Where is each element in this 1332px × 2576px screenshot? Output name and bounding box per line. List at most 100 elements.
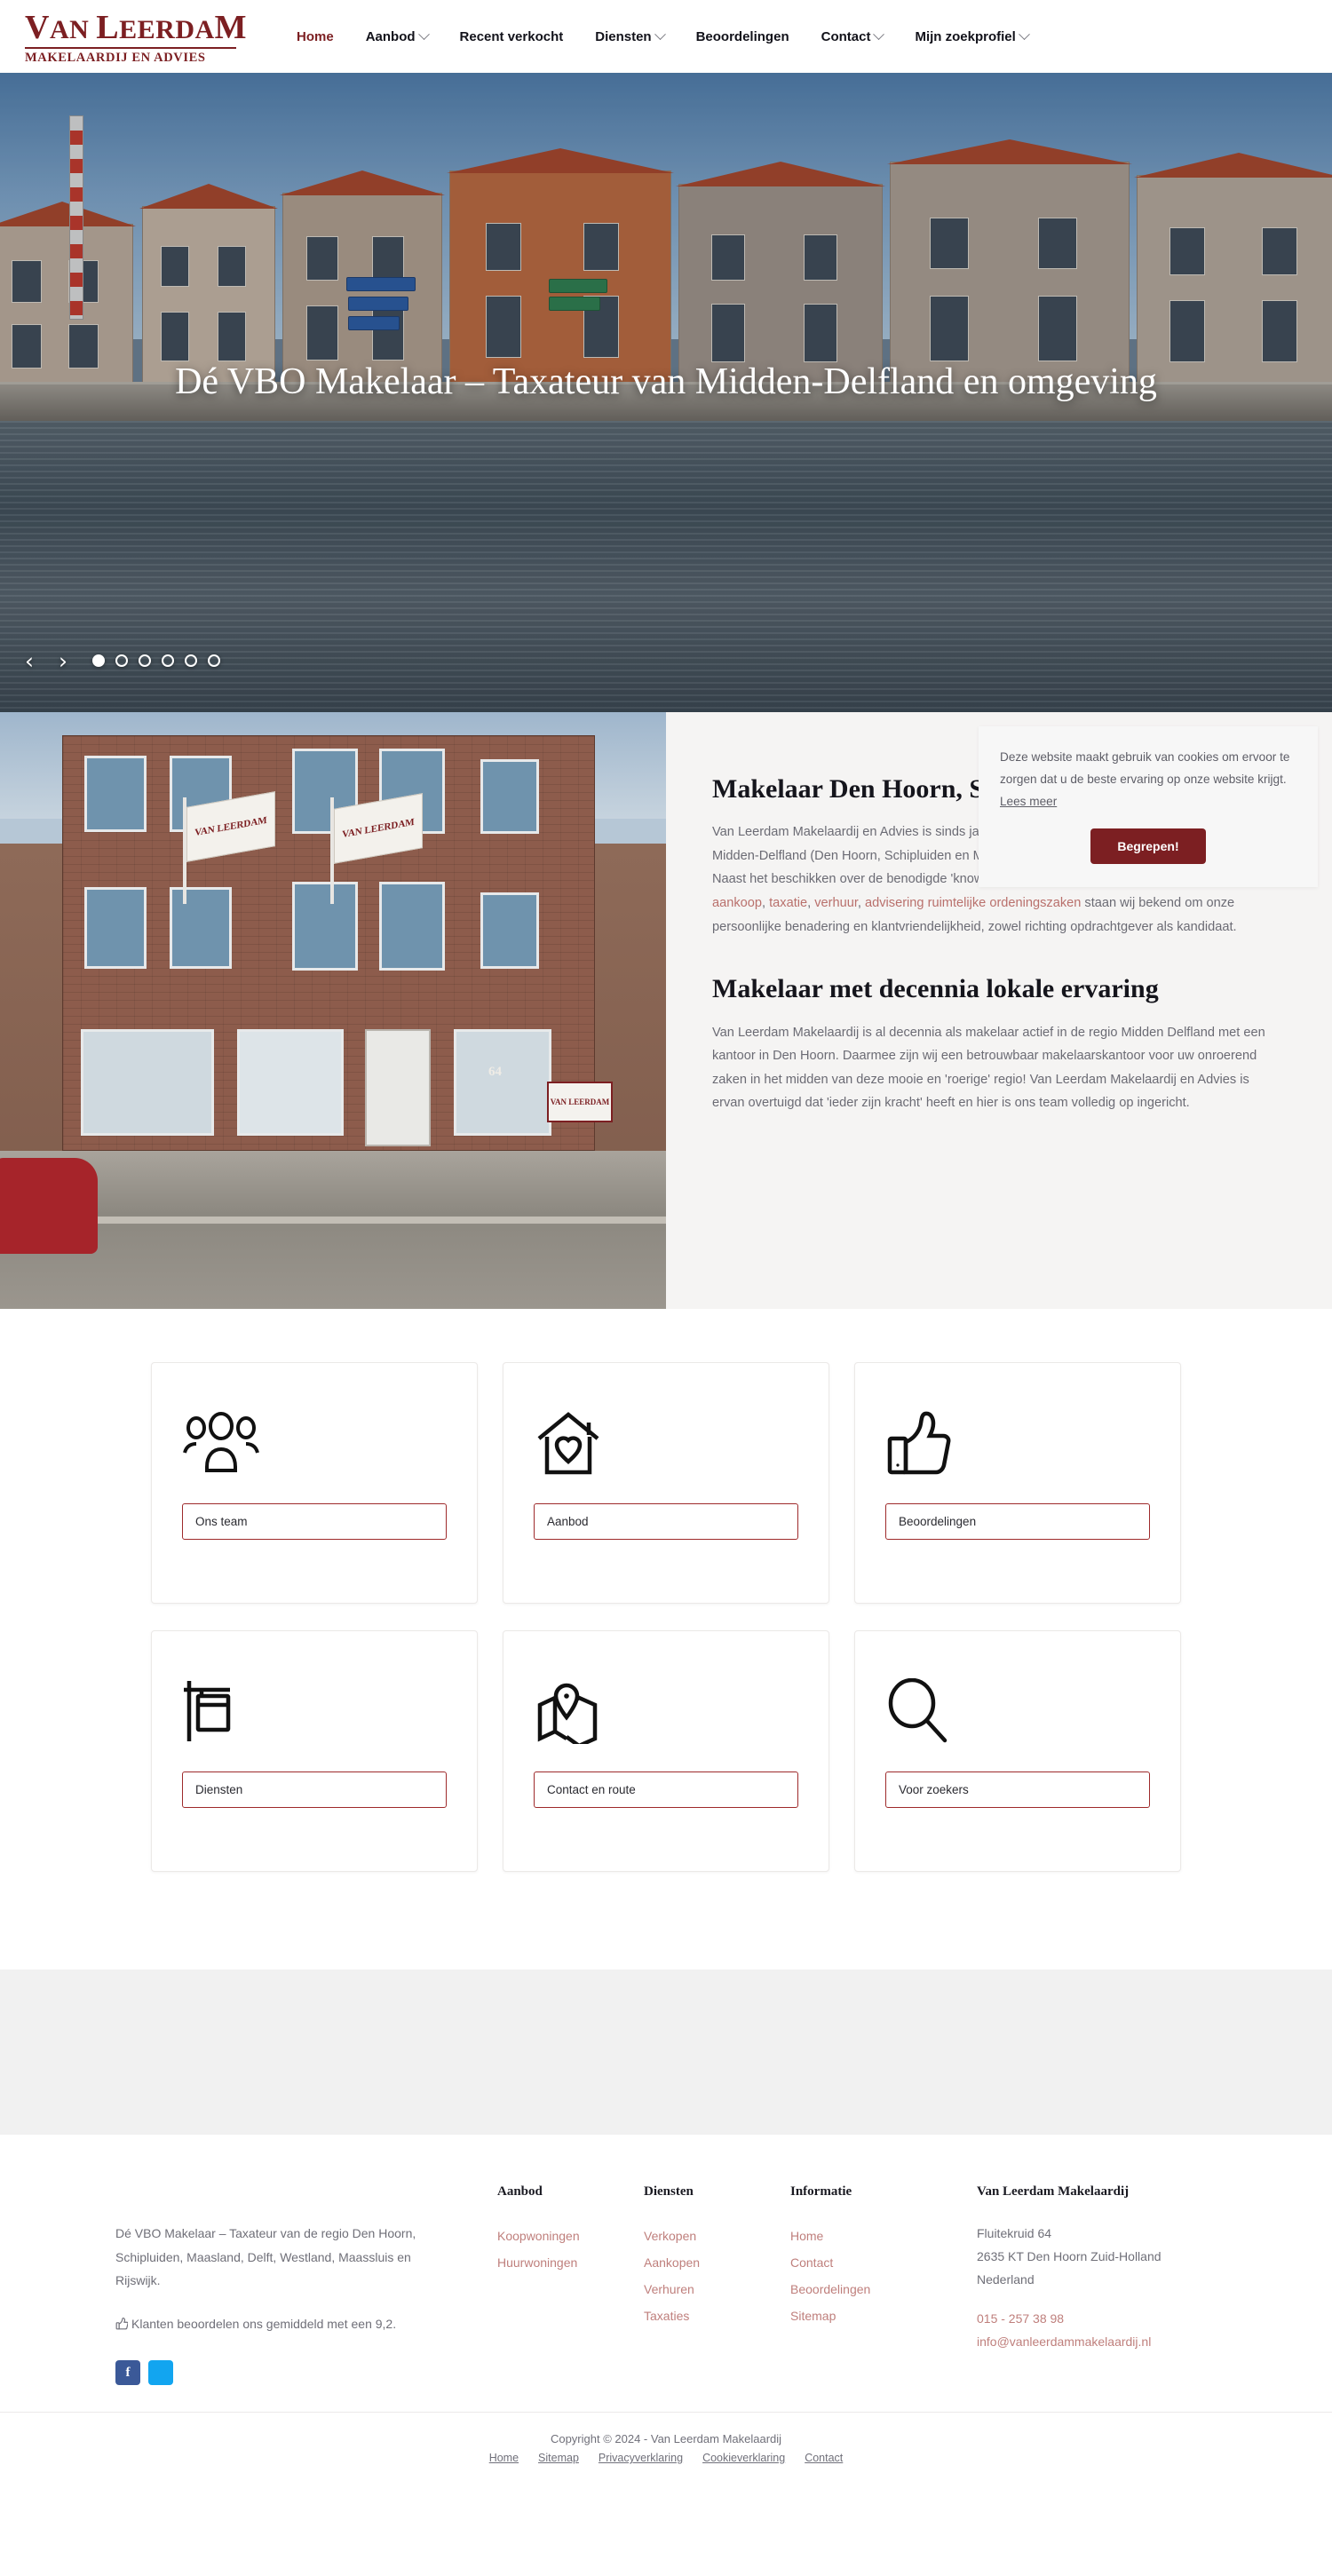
facebook-icon[interactable]: f xyxy=(115,2360,140,2386)
cookie-accept-button[interactable]: Begrepen! xyxy=(1090,828,1206,865)
footer-socials: f xyxy=(115,2360,453,2386)
footer-column-contact: Van Leerdam Makelaardij Fluitekruid 64 2… xyxy=(977,2184,1217,2385)
carousel-dot-6[interactable] xyxy=(208,654,220,667)
footer-link-koopwoningen[interactable]: Koopwoningen xyxy=(497,2223,644,2249)
footer-column-informatie: Informatie Home Contact Beoordelingen Si… xyxy=(790,2184,977,2385)
carousel-next-button[interactable]: › xyxy=(46,646,80,676)
carousel-dot-1[interactable] xyxy=(92,654,105,667)
sep: , xyxy=(857,896,866,911)
photo-signboard: VAN LEERDAM xyxy=(547,1082,613,1122)
map-pin-icon xyxy=(534,1663,798,1759)
footer-heading-informatie: Informatie xyxy=(790,2184,852,2199)
footer-column-aanbod: Aanbod Koopwoningen Huurwoningen xyxy=(497,2184,644,2385)
nav-label: Aanbod xyxy=(365,28,416,44)
footer-address-line-1: Fluitekruid 64 xyxy=(977,2226,1052,2240)
carousel-prev-button[interactable]: ‹ xyxy=(12,646,46,676)
cookie-message: Deze website maakt gebruik van cookies o… xyxy=(1000,746,1296,812)
cookie-consent-banner: Deze website maakt gebruik van cookies o… xyxy=(979,726,1318,888)
photo-car xyxy=(0,1158,98,1254)
card-contact-en-route[interactable]: Contact en route xyxy=(503,1630,829,1872)
sep: , xyxy=(762,896,770,911)
cookie-message-text: Deze website maakt gebruik van cookies o… xyxy=(1000,750,1290,787)
footer-link-aankopen[interactable]: Aankopen xyxy=(644,2249,790,2276)
footer-link-contact[interactable]: Contact xyxy=(790,2249,977,2276)
chevron-down-icon xyxy=(654,28,666,40)
footer-address-line-2: 2635 KT Den Hoorn Zuid-Holland xyxy=(977,2248,1162,2263)
chevron-down-icon xyxy=(417,28,430,40)
card-button-ons-team[interactable]: Ons team xyxy=(182,1503,447,1540)
card-button-beoordelingen[interactable]: Beoordelingen xyxy=(885,1503,1150,1540)
cookie-read-more-link[interactable]: Lees meer xyxy=(1000,795,1057,808)
nav-item-mijn-zoekprofiel[interactable]: Mijn zoekprofiel xyxy=(899,20,1043,53)
link-verhuur[interactable]: verhuur xyxy=(814,896,858,910)
nav-label: Beoordelingen xyxy=(695,28,789,44)
footer-address-line-3: Nederland xyxy=(977,2271,1035,2287)
cards-row-2: Diensten Contact en route Voor zoekers xyxy=(151,1630,1181,1872)
about-paragraph-2: Van Leerdam Makelaardij is al decennia a… xyxy=(712,1025,1265,1111)
twitter-icon[interactable] xyxy=(148,2360,173,2386)
magnifier-icon xyxy=(885,1663,1150,1759)
copyright-link-cookieverklaring[interactable]: Cookieverklaring xyxy=(702,2452,785,2464)
link-aankoop[interactable]: aankoop xyxy=(712,896,762,910)
hero-carousel: Dé VBO Makelaar – Taxateur van Midden-De… xyxy=(0,73,1332,712)
footer-about-text: Dé VBO Makelaar – Taxateur van de regio … xyxy=(115,2226,416,2288)
chevron-down-icon xyxy=(1018,28,1030,40)
office-photo: VAN LEERDAM VAN LEERDAM VAN LEERDAM 64 xyxy=(0,712,666,1309)
card-ons-team[interactable]: Ons team xyxy=(151,1362,478,1604)
logo-primary-text: VAN LEERDAM xyxy=(25,8,248,46)
site-logo[interactable]: VAN LEERDAM MAKELAARDIJ EN ADVIES xyxy=(25,9,247,65)
card-voor-zoekers[interactable]: Voor zoekers xyxy=(854,1630,1181,1872)
footer-phone-link[interactable]: 015 - 257 38 98 xyxy=(977,2308,1217,2331)
footer-column-diensten: Diensten Verkopen Aankopen Verhuren Taxa… xyxy=(644,2184,790,2385)
copyright-text: Copyright © 2024 - Van Leerdam Makelaard… xyxy=(550,2432,782,2446)
carousel-dot-5[interactable] xyxy=(185,654,197,667)
nav-item-beoordelingen[interactable]: Beoordelingen xyxy=(680,20,805,53)
photo-office-building xyxy=(62,735,595,1151)
footer-link-verkopen[interactable]: Verkopen xyxy=(644,2223,790,2249)
card-button-aanbod[interactable]: Aanbod xyxy=(534,1503,798,1540)
footer-link-verhuren[interactable]: Verhuren xyxy=(644,2276,790,2303)
link-advisering-ruimtelijke-ordeningszaken[interactable]: advisering ruimtelijke ordeningszaken xyxy=(865,896,1081,910)
nav-item-home[interactable]: Home xyxy=(281,20,350,53)
carousel-dot-2[interactable] xyxy=(115,654,128,667)
footer-heading-company: Van Leerdam Makelaardij xyxy=(977,2184,1130,2199)
hero-title: Dé VBO Makelaar – Taxateur van Midden-De… xyxy=(175,361,1157,402)
card-button-contact-en-route[interactable]: Contact en route xyxy=(534,1771,798,1808)
nav-label: Mijn zoekprofiel xyxy=(915,28,1016,44)
copyright-link-home[interactable]: Home xyxy=(489,2452,519,2464)
house-heart-icon xyxy=(534,1395,798,1491)
copyright-bar: Copyright © 2024 - Van Leerdam Makelaard… xyxy=(0,2412,1332,2494)
footer-link-huurwoningen[interactable]: Huurwoningen xyxy=(497,2249,644,2276)
card-aanbod[interactable]: Aanbod xyxy=(503,1362,829,1604)
card-diensten[interactable]: Diensten xyxy=(151,1630,478,1872)
for-sale-sign-icon xyxy=(182,1663,447,1759)
empty-grey-band xyxy=(0,1970,1332,2135)
footer-heading-diensten: Diensten xyxy=(644,2184,694,2199)
logo-divider xyxy=(25,46,236,49)
footer-link-home[interactable]: Home xyxy=(790,2223,977,2249)
footer-link-beoordelingen[interactable]: Beoordelingen xyxy=(790,2276,977,2303)
nav-label: Diensten xyxy=(595,28,652,44)
carousel-dot-4[interactable] xyxy=(162,654,174,667)
chevron-down-icon xyxy=(873,28,885,40)
footer-email-link[interactable]: info@vanleerdammakelaardij.nl xyxy=(977,2331,1217,2354)
main-navigation: Home Aanbod Recent verkocht Diensten Beo… xyxy=(281,20,1044,53)
carousel-dot-3[interactable] xyxy=(139,654,151,667)
copyright-link-sitemap[interactable]: Sitemap xyxy=(538,2452,579,2464)
footer-link-sitemap[interactable]: Sitemap xyxy=(790,2303,977,2329)
footer-link-taxaties[interactable]: Taxaties xyxy=(644,2303,790,2329)
card-button-voor-zoekers[interactable]: Voor zoekers xyxy=(885,1771,1150,1808)
copyright-link-privacyverklaring[interactable]: Privacyverklaring xyxy=(599,2452,683,2464)
copyright-link-contact[interactable]: Contact xyxy=(805,2452,843,2464)
nav-label: Home xyxy=(297,28,334,44)
nav-item-aanbod[interactable]: Aanbod xyxy=(350,20,444,53)
link-taxatie[interactable]: taxatie xyxy=(769,896,807,910)
card-beoordelingen[interactable]: Beoordelingen xyxy=(854,1362,1181,1604)
card-button-diensten[interactable]: Diensten xyxy=(182,1771,447,1808)
site-footer: Dé VBO Makelaar – Taxateur van de regio … xyxy=(0,2135,1332,2413)
nav-item-contact[interactable]: Contact xyxy=(805,20,900,53)
nav-item-recent-verkocht[interactable]: Recent verkocht xyxy=(444,20,580,53)
photo-pavement xyxy=(0,1151,666,1309)
nav-item-diensten[interactable]: Diensten xyxy=(579,20,679,53)
quick-links-section: Ons team Aanbod Beoordelingen Diensten C… xyxy=(0,1309,1332,1970)
